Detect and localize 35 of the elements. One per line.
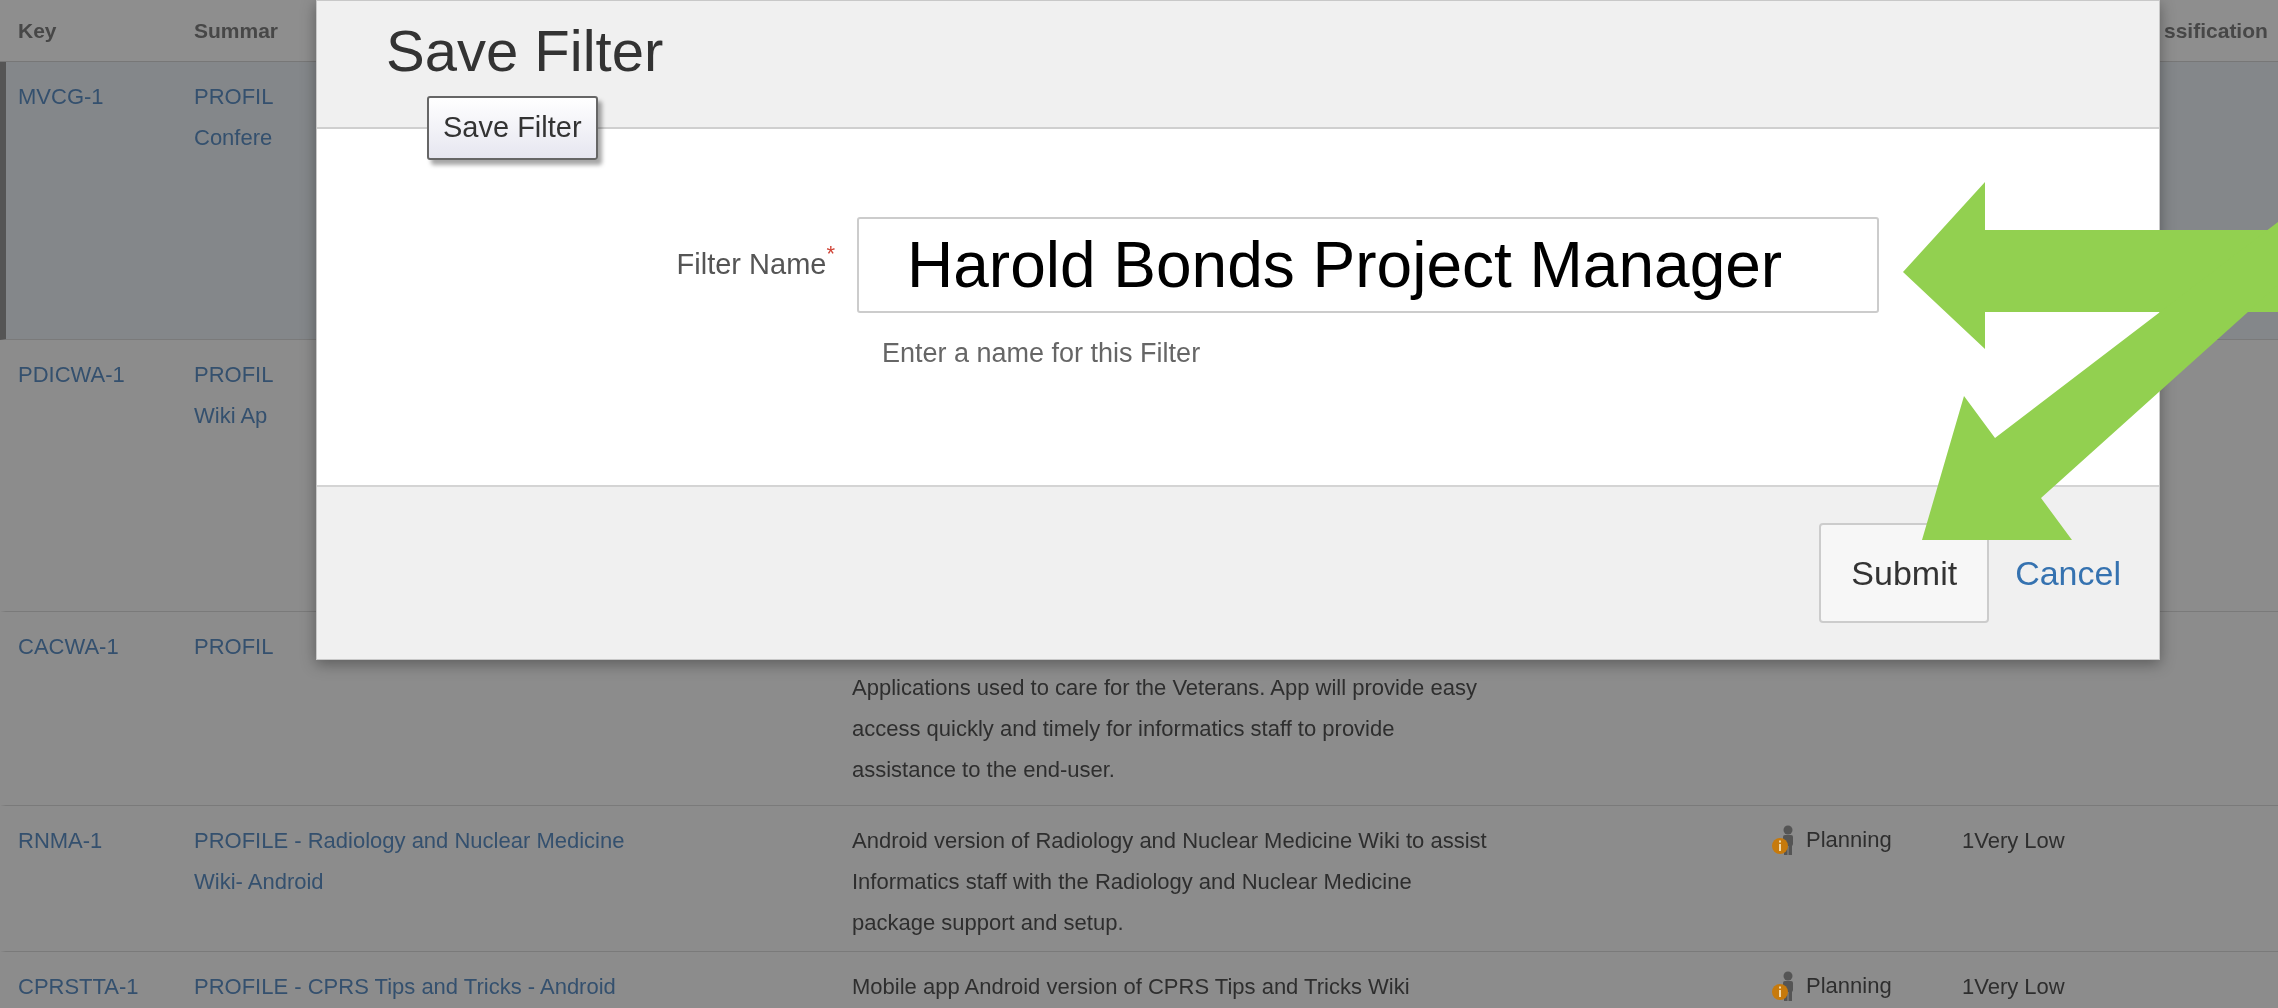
- description-text: assistance to the end-user.: [852, 756, 1115, 784]
- description-text: package support and setup.: [852, 909, 1124, 937]
- issue-key-link[interactable]: RNMA-1: [18, 828, 103, 853]
- issue-summary-link[interactable]: Wiki Ap: [194, 395, 268, 436]
- priority-text: 1Very Low: [1962, 827, 2065, 855]
- description-text: Mobile app Android version of CPRS Tips and Tricks Wiki: [852, 973, 1410, 1001]
- submit-button[interactable]: Submit: [1819, 523, 1990, 623]
- description-text: Informatics staff with the Radiology and Nuclear Medicine: [852, 868, 1412, 896]
- issue-key-link[interactable]: MVCG-1: [18, 84, 104, 109]
- status-text: Planning: [1806, 826, 1892, 854]
- priority-text: 1Very Low: [1962, 973, 2065, 1001]
- required-mark: *: [826, 243, 835, 266]
- filter-name-input[interactable]: Harold Bonds Project Manager: [857, 217, 1879, 313]
- field-label: Filter Name: [676, 247, 827, 283]
- issue-key-link[interactable]: CPRSTTA-1: [18, 974, 139, 999]
- column-header: Key: [18, 18, 57, 42]
- description-text: Applications used to care for the Veterans. App will provide easy: [852, 674, 1477, 702]
- field-hint: Enter a name for this Filter: [882, 337, 1201, 370]
- issue-summary-link[interactable]: PROFIL: [194, 626, 274, 667]
- column-header: ssification: [2164, 18, 2268, 42]
- issue-summary-link[interactable]: PROFILE - CPRS Tips and Tricks - Android: [194, 966, 616, 1007]
- status-text: Planning: [1806, 972, 1892, 1000]
- issue-summary-link[interactable]: Confere: [194, 117, 273, 158]
- dialog-title: Save Filter: [386, 18, 664, 83]
- issue-key-link[interactable]: CACWA-1: [18, 634, 119, 659]
- description-text: access quickly and timely for informatics staff to provide: [852, 715, 1395, 743]
- issue-key-link[interactable]: PDICWA-1: [18, 362, 125, 387]
- issue-summary-link[interactable]: PROFIL: [194, 76, 274, 117]
- cancel-link[interactable]: Cancel: [2015, 547, 2121, 599]
- description-text: Android version of Radiology and Nuclear Medicine Wiki to assist: [852, 827, 1487, 855]
- tooltip: Save Filter: [427, 96, 598, 160]
- issue-summary-link[interactable]: PROFILE - Radiology and Nuclear Medicine: [194, 820, 625, 861]
- issue-summary-link[interactable]: Wiki- Android: [194, 861, 324, 902]
- column-header: Summar: [194, 18, 279, 42]
- issue-summary-link[interactable]: PROFIL: [194, 354, 274, 395]
